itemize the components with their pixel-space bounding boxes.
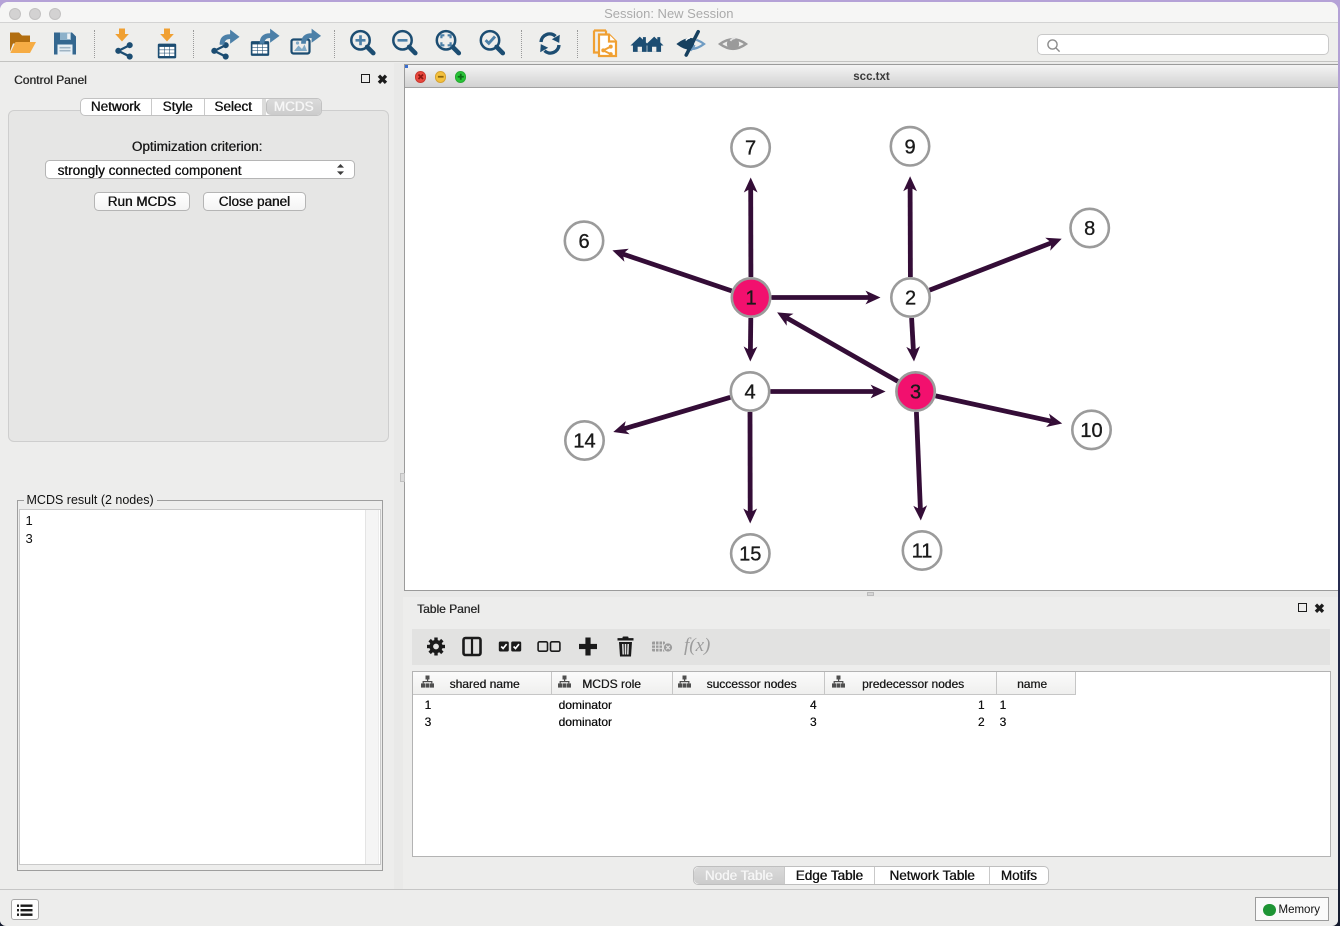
svg-text:14: 14 [573, 430, 595, 452]
svg-text:2: 2 [905, 287, 916, 309]
svg-text:10: 10 [1080, 419, 1102, 441]
svg-text:1: 1 [745, 287, 756, 309]
svg-text:15: 15 [739, 543, 761, 565]
svg-text:4: 4 [744, 381, 755, 403]
svg-text:11: 11 [912, 540, 933, 562]
svg-text:6: 6 [578, 230, 589, 252]
svg-text:3: 3 [910, 381, 921, 403]
svg-text:9: 9 [904, 136, 915, 158]
svg-text:7: 7 [745, 137, 756, 159]
svg-text:8: 8 [1084, 218, 1095, 240]
